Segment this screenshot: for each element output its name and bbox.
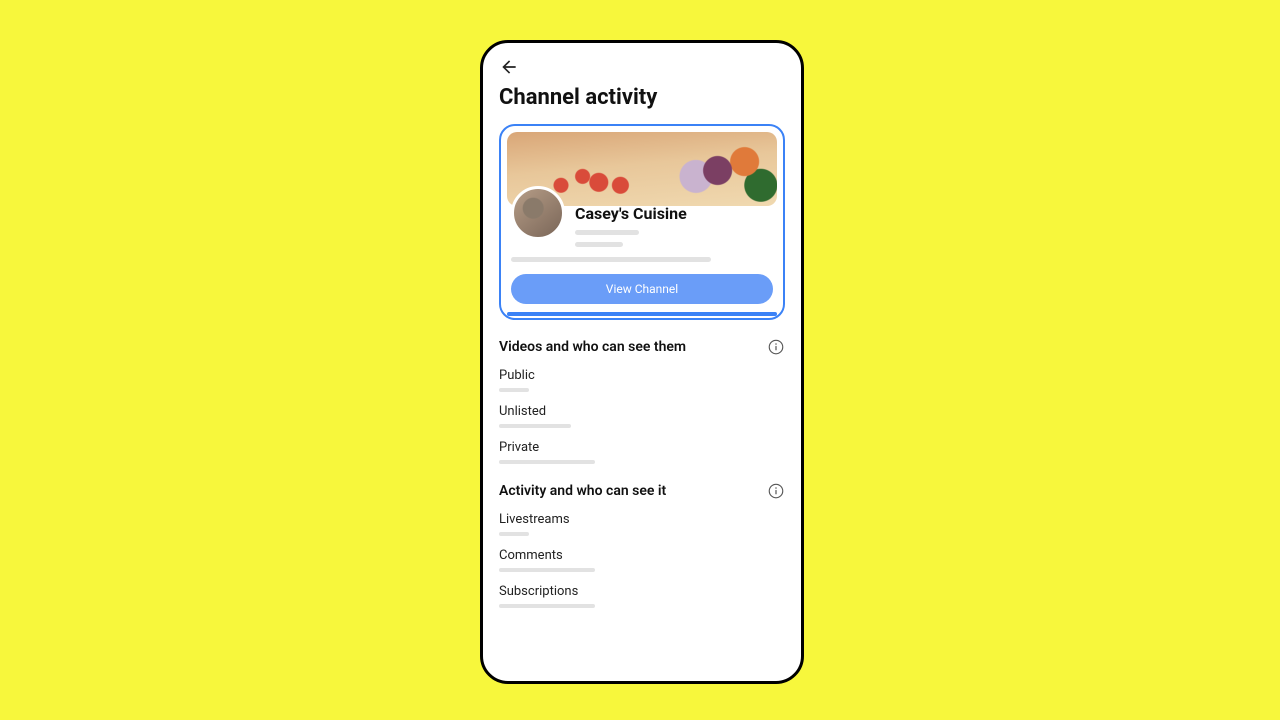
placeholder-line bbox=[499, 604, 595, 608]
section-activity: Activity and who can see it Livestreams bbox=[499, 482, 785, 608]
item-label: Subscriptions bbox=[499, 584, 785, 599]
page-title: Channel activity bbox=[499, 85, 785, 110]
section-title: Activity and who can see it bbox=[499, 483, 666, 499]
item-label: Comments bbox=[499, 548, 785, 563]
channel-card: Casey's Cuisine View Channel bbox=[499, 124, 785, 320]
section-title: Videos and who can see them bbox=[499, 339, 686, 355]
section-videos: Videos and who can see them Public Unlis bbox=[499, 338, 785, 464]
visibility-item-unlisted[interactable]: Unlisted bbox=[499, 404, 785, 428]
channel-header-row: Casey's Cuisine bbox=[507, 186, 777, 247]
placeholder-line bbox=[575, 242, 623, 247]
item-label: Livestreams bbox=[499, 512, 785, 527]
visibility-item-private[interactable]: Private bbox=[499, 440, 785, 464]
placeholder-line bbox=[499, 424, 571, 428]
channel-avatar bbox=[511, 186, 565, 240]
channel-name: Casey's Cuisine bbox=[575, 204, 773, 223]
section-header: Activity and who can see it bbox=[499, 482, 785, 500]
placeholder-line bbox=[499, 388, 529, 392]
back-button[interactable] bbox=[499, 57, 519, 77]
info-button[interactable] bbox=[767, 338, 785, 356]
info-icon bbox=[767, 338, 785, 356]
visibility-item-public[interactable]: Public bbox=[499, 368, 785, 392]
placeholder-line bbox=[511, 257, 711, 262]
arrow-left-icon bbox=[499, 57, 519, 77]
view-channel-button[interactable]: View Channel bbox=[511, 274, 773, 304]
item-label: Private bbox=[499, 440, 785, 455]
item-label: Unlisted bbox=[499, 404, 785, 419]
placeholder-line bbox=[499, 460, 595, 464]
channel-meta: Casey's Cuisine bbox=[575, 186, 773, 247]
activity-item-subscriptions[interactable]: Subscriptions bbox=[499, 584, 785, 608]
placeholder-line bbox=[499, 532, 529, 536]
placeholder-line bbox=[575, 230, 639, 235]
activity-item-livestreams[interactable]: Livestreams bbox=[499, 512, 785, 536]
activity-item-comments[interactable]: Comments bbox=[499, 548, 785, 572]
background: Channel activity Casey's Cuisine View Ch… bbox=[0, 0, 1280, 720]
item-label: Public bbox=[499, 368, 785, 383]
phone-frame: Channel activity Casey's Cuisine View Ch… bbox=[480, 40, 804, 684]
screen: Channel activity Casey's Cuisine View Ch… bbox=[483, 43, 801, 681]
placeholder-line bbox=[499, 568, 595, 572]
info-icon bbox=[767, 482, 785, 500]
info-button[interactable] bbox=[767, 482, 785, 500]
section-header: Videos and who can see them bbox=[499, 338, 785, 356]
